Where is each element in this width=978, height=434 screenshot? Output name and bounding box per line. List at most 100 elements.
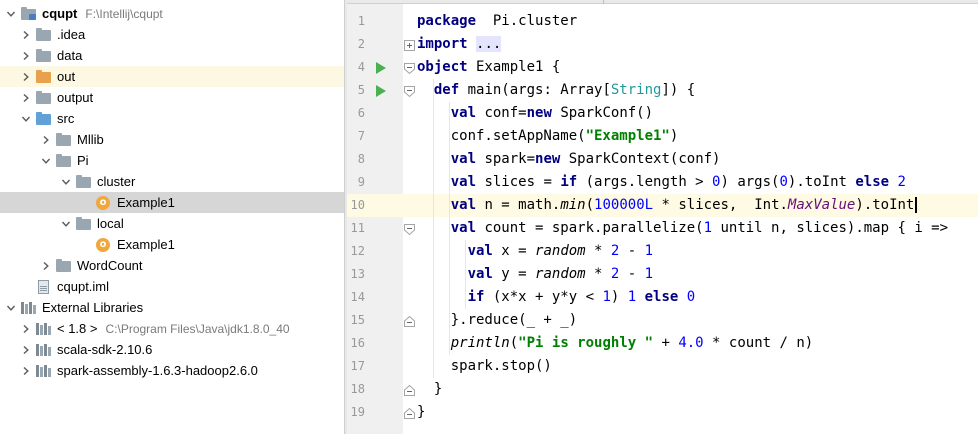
chevron-down-icon[interactable] xyxy=(60,171,72,192)
fold-collapse-icon[interactable] xyxy=(404,85,415,98)
tree-item-label: cqupt.iml xyxy=(57,279,110,294)
code-token: "Pi is roughly " xyxy=(518,335,654,351)
code-line[interactable]: 4 object Example1 { xyxy=(347,56,978,79)
indent-guide xyxy=(465,240,466,309)
tree-item-1-8[interactable]: < 1.8 > C:\Program Files\Java\jdk1.8.0_40 xyxy=(0,318,344,339)
code-token: val xyxy=(450,174,477,190)
code-line[interactable]: 15 }.reduce(_ + _) xyxy=(347,309,978,332)
chevron-right-icon[interactable] xyxy=(20,24,32,45)
tree-item-pi[interactable]: Pi xyxy=(0,150,344,171)
chevron-right-icon[interactable] xyxy=(20,45,32,66)
chevron-down-icon[interactable] xyxy=(5,297,17,318)
code-text: }.reduce(_ + _) xyxy=(417,309,577,332)
code-token: 1 xyxy=(703,220,713,236)
package-icon xyxy=(56,153,72,168)
chevron-right-icon[interactable] xyxy=(40,129,52,150)
code-token: SparkContext(conf) xyxy=(560,151,721,167)
code-token: 0 xyxy=(779,174,788,190)
fold-end-icon[interactable] xyxy=(404,315,415,327)
chevron-down-icon[interactable] xyxy=(5,3,17,24)
tree-item-idea[interactable]: .idea xyxy=(0,24,344,45)
code-token: 100000L xyxy=(594,197,654,213)
code-token: if xyxy=(467,289,485,305)
tree-item-label: spark-assembly-1.6.3-hadoop2.6.0 xyxy=(57,363,258,378)
tree-item-src[interactable]: src xyxy=(0,108,344,129)
code-line[interactable]: 18 } xyxy=(347,378,978,401)
code-line[interactable]: 14 if (x*x + y*y < 1) 1 else 0 xyxy=(347,286,978,309)
code-line[interactable]: 9 val slices = if (args.length > 0) args… xyxy=(347,171,978,194)
package-icon xyxy=(56,258,72,273)
code-line[interactable]: 16 println("Pi is roughly " + 4.0 * coun… xyxy=(347,332,978,355)
code-token: ).toInt xyxy=(855,197,915,213)
tree-item-wordcount[interactable]: WordCount xyxy=(0,255,344,276)
chevron-right-icon[interactable] xyxy=(20,66,32,87)
code-token: slices = xyxy=(476,174,561,190)
fold-collapse-icon[interactable] xyxy=(404,223,415,236)
tree-item-mllib[interactable]: Mllib xyxy=(0,129,344,150)
chevron-right-icon[interactable] xyxy=(20,339,32,360)
code-line[interactable]: 13 val y = random * 2 - 1 xyxy=(347,263,978,286)
code-token: (args.length > xyxy=(577,174,713,190)
tree-item-data[interactable]: data xyxy=(0,45,344,66)
line-number: 6 xyxy=(357,106,365,120)
code-line[interactable]: 5 def main(args: Array[String]) { xyxy=(347,79,978,102)
code-token: ) xyxy=(610,289,628,305)
run-gutter-icon[interactable] xyxy=(376,85,386,97)
tree-item-label: local xyxy=(97,216,124,231)
tree-item-label: out xyxy=(57,69,76,84)
code-text: println("Pi is roughly " + 4.0 * count /… xyxy=(417,332,813,355)
chevron-down-icon[interactable] xyxy=(60,213,72,234)
tree-item-path: C:\Program Files\Java\jdk1.8.0_40 xyxy=(105,321,290,336)
code-line[interactable]: 10 val n = math.min(100000L * slices, In… xyxy=(347,194,978,217)
code-text: package Pi.cluster xyxy=(417,10,577,33)
chevron-down-icon[interactable] xyxy=(20,108,32,129)
fold-end-icon[interactable] xyxy=(404,407,415,419)
text-caret xyxy=(915,197,918,213)
line-number: 4 xyxy=(357,60,365,74)
code-text: val conf=new SparkConf() xyxy=(417,102,653,125)
code-token: ( xyxy=(585,197,595,213)
tree-item-output[interactable]: output xyxy=(0,87,344,108)
run-gutter-icon[interactable] xyxy=(376,62,386,74)
code-token: min xyxy=(560,197,586,213)
chevron-right-icon[interactable] xyxy=(20,318,32,339)
code-line[interactable]: 7 conf.setAppName("Example1") xyxy=(347,125,978,148)
code-token: ( xyxy=(509,335,519,351)
chevron-down-icon[interactable] xyxy=(40,150,52,171)
code-line[interactable]: 6 val conf=new SparkConf() xyxy=(347,102,978,125)
scala-object-icon: o xyxy=(96,237,112,252)
chevron-right-icon[interactable] xyxy=(20,87,32,108)
tree-item-cluster[interactable]: cluster xyxy=(0,171,344,192)
code-editor[interactable]: 1 package Pi.cluster 2 import ... 4 object Ex… xyxy=(347,0,978,434)
code-line[interactable]: 1 package Pi.cluster xyxy=(347,10,978,33)
code-line[interactable]: 17 spark.stop() xyxy=(347,355,978,378)
code-line[interactable]: 2 import ... xyxy=(347,33,978,56)
code-line[interactable]: 19} xyxy=(347,401,978,424)
code-line[interactable]: 12 val x = random * 2 - 1 xyxy=(347,240,978,263)
chevron-right-icon[interactable] xyxy=(40,255,52,276)
code-token: String xyxy=(610,82,662,98)
tree-item-cqupt-iml[interactable]: cqupt.iml xyxy=(0,276,344,297)
tree-item-spark-assembly-1-6-3-hadoop2-6-0[interactable]: spark-assembly-1.6.3-hadoop2.6.0 xyxy=(0,360,344,381)
tree-item-scala-sdk-2-10-6[interactable]: scala-sdk-2.10.6 xyxy=(0,339,344,360)
tree-item-external-libraries[interactable]: External Libraries xyxy=(0,297,344,318)
code-line[interactable]: 11 val count = spark.parallelize(1 until… xyxy=(347,217,978,240)
tree-item-example1[interactable]: o Example1 xyxy=(0,192,344,213)
fold-end-icon[interactable] xyxy=(404,384,415,396)
indent-guide xyxy=(449,102,450,355)
code-token: random xyxy=(535,243,586,259)
module-folder-icon xyxy=(21,6,37,21)
code-text: object Example1 { xyxy=(417,56,560,79)
code-token: 1 xyxy=(644,266,654,282)
fold-collapse-icon[interactable] xyxy=(404,62,415,75)
chevron-right-icon[interactable] xyxy=(20,360,32,381)
iml-file-icon xyxy=(36,279,52,294)
tree-item-out[interactable]: out xyxy=(0,66,344,87)
code-line[interactable]: 8 val spark=new SparkContext(conf) xyxy=(347,148,978,171)
tree-item-example1[interactable]: o Example1 xyxy=(0,234,344,255)
tree-item-cqupt[interactable]: cqupt F:\Intellij\cqupt xyxy=(0,3,344,24)
code-token: ... xyxy=(476,36,502,52)
fold-expand-icon[interactable] xyxy=(404,39,415,51)
tree-item-local[interactable]: local xyxy=(0,213,344,234)
code-token: * xyxy=(585,266,611,282)
